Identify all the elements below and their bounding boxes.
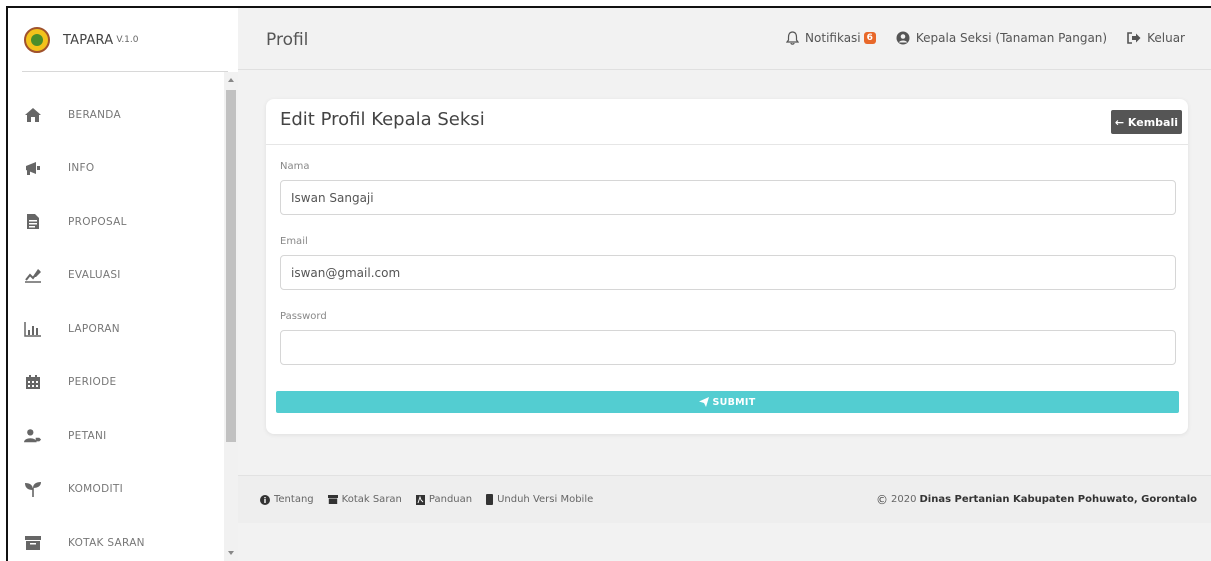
sidebar-item-label: BERANDA bbox=[68, 108, 121, 121]
sidebar-item-laporan[interactable]: LAPORAN bbox=[8, 302, 224, 356]
footer-link-kotak-saran[interactable]: Kotak Saran bbox=[327, 494, 402, 505]
sidebar-item-proposal[interactable]: PROPOSAL bbox=[8, 195, 224, 249]
chart-pen-icon bbox=[24, 266, 42, 284]
brand-name: TAPARA bbox=[63, 32, 114, 48]
email-label: Email bbox=[280, 236, 308, 247]
footer-link-label: Kotak Saran bbox=[341, 494, 402, 505]
sidebar-item-label: KOTAK SARAN bbox=[68, 536, 145, 549]
footer-link-unduh[interactable]: Unduh Versi Mobile bbox=[486, 494, 593, 505]
sidebar-item-evaluasi[interactable]: EVALUASI bbox=[8, 249, 224, 303]
password-label: Password bbox=[280, 311, 327, 322]
footer: Tentang Kotak Saran Panduan Unduh Versi … bbox=[238, 475, 1211, 523]
brand-version: V.1.0 bbox=[116, 35, 139, 45]
bar-chart-icon bbox=[24, 320, 42, 338]
user-label: Kepala Seksi (Tanaman Pangan) bbox=[915, 31, 1108, 45]
seedling-icon bbox=[24, 480, 42, 498]
footer-link-tentang[interactable]: Tentang bbox=[260, 494, 314, 505]
sidebar-item-info[interactable]: INFO bbox=[8, 142, 224, 196]
sidebar-item-label: INFO bbox=[68, 162, 95, 175]
info-circle-icon bbox=[260, 494, 270, 505]
footer-links: Tentang Kotak Saran Panduan Unduh Versi … bbox=[260, 494, 607, 505]
sidebar-item-periode[interactable]: PERIODE bbox=[8, 356, 224, 410]
copyright-year: 2020 bbox=[891, 494, 917, 505]
brand-divider bbox=[22, 71, 228, 72]
back-button[interactable]: ← Kembali bbox=[1110, 110, 1182, 134]
sidebar-item-label: PETANI bbox=[68, 429, 107, 442]
logout-link[interactable]: Keluar bbox=[1127, 31, 1185, 45]
user-menu[interactable]: Kepala Seksi (Tanaman Pangan) bbox=[896, 31, 1107, 45]
calendar-icon bbox=[24, 373, 42, 391]
user-tag-icon bbox=[24, 427, 42, 445]
scroll-up-arrow-icon[interactable] bbox=[228, 78, 234, 82]
submit-label: SUBMIT bbox=[712, 396, 756, 408]
edit-profile-card: Edit Profil Kepala Seksi ← Kembali Nama … bbox=[266, 99, 1188, 434]
sidebar-item-label: KOMODITI bbox=[68, 483, 123, 496]
topbar: Profil Notifikasi 6 Kepala Seksi (Tanama… bbox=[238, 8, 1211, 70]
submit-button[interactable]: SUBMIT bbox=[276, 391, 1179, 413]
password-field[interactable] bbox=[280, 330, 1176, 365]
paper-plane-icon bbox=[699, 397, 710, 407]
sidebar-item-label: EVALUASI bbox=[68, 269, 121, 282]
inbox-icon bbox=[327, 495, 338, 504]
sidebar-item-beranda[interactable]: BERANDA bbox=[8, 88, 224, 142]
sidebar-item-kotak-saran[interactable]: KOTAK SARAN bbox=[8, 516, 224, 561]
box-icon bbox=[24, 534, 42, 552]
top-nav: Notifikasi 6 Kepala Seksi (Tanaman Panga… bbox=[766, 31, 1185, 45]
app-window: TAPARA V.1.0 BERANDA INFO PROPOSAL EVALU… bbox=[6, 6, 1211, 561]
notifications-link[interactable]: Notifikasi 6 bbox=[786, 31, 876, 45]
sidebar: TAPARA V.1.0 BERANDA INFO PROPOSAL EVALU… bbox=[8, 8, 238, 561]
footer-link-panduan[interactable]: Panduan bbox=[415, 494, 473, 505]
copyright-org: Dinas Pertanian Kabupaten Pohuwato, Goro… bbox=[919, 494, 1197, 505]
sidebar-scrollbar[interactable] bbox=[224, 72, 238, 561]
logo-icon bbox=[24, 27, 50, 53]
name-label: Nama bbox=[280, 161, 310, 172]
footer-link-label: Tentang bbox=[274, 494, 314, 505]
sidebar-menu: BERANDA INFO PROPOSAL EVALUASI LAPORAN P… bbox=[8, 88, 224, 561]
footer-link-label: Panduan bbox=[428, 494, 473, 505]
scrollbar-thumb[interactable] bbox=[226, 90, 236, 442]
scroll-down-arrow-icon[interactable] bbox=[228, 551, 234, 555]
home-icon bbox=[24, 106, 42, 124]
user-circle-icon bbox=[896, 31, 910, 45]
page-title: Profil bbox=[266, 30, 309, 50]
sidebar-item-petani[interactable]: PETANI bbox=[8, 409, 224, 463]
logout-label: Keluar bbox=[1147, 31, 1185, 45]
card-title: Edit Profil Kepala Seksi bbox=[280, 109, 485, 130]
sidebar-item-label: PROPOSAL bbox=[68, 215, 127, 228]
copyright-icon: © bbox=[876, 492, 889, 507]
name-field[interactable] bbox=[280, 180, 1176, 215]
email-field[interactable] bbox=[280, 255, 1176, 290]
card-header: Edit Profil Kepala Seksi ← Kembali bbox=[266, 99, 1188, 145]
mobile-icon bbox=[486, 494, 494, 505]
copyright: © 2020 Dinas Pertanian Kabupaten Pohuwat… bbox=[876, 493, 1197, 507]
document-icon bbox=[24, 213, 42, 231]
brand[interactable]: TAPARA V.1.0 bbox=[8, 8, 238, 72]
sidebar-item-label: PERIODE bbox=[68, 376, 117, 389]
sidebar-item-komoditi[interactable]: KOMODITI bbox=[8, 463, 224, 517]
megaphone-icon bbox=[24, 159, 42, 177]
bell-icon bbox=[786, 31, 800, 45]
sidebar-item-label: LAPORAN bbox=[68, 322, 120, 335]
notifications-badge: 6 bbox=[863, 32, 876, 44]
sign-out-icon bbox=[1127, 32, 1141, 44]
pdf-icon bbox=[415, 494, 425, 505]
footer-link-label: Unduh Versi Mobile bbox=[497, 494, 594, 505]
notifications-label: Notifikasi bbox=[805, 31, 861, 45]
